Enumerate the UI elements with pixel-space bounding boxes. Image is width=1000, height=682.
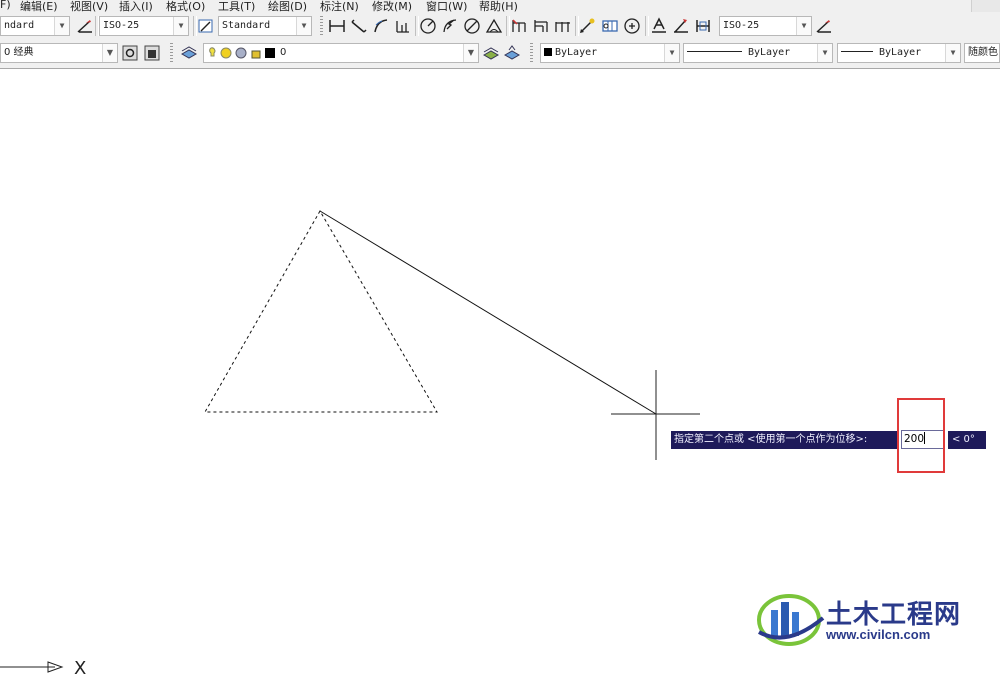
dimension-update-icon[interactable]	[694, 17, 712, 35]
color-combo[interactable]: ByLayer ▼	[540, 43, 680, 63]
separator	[645, 16, 649, 36]
annotation-highlight-box	[897, 398, 945, 473]
linetype-value: ByLayer	[748, 47, 791, 58]
text-style-icon[interactable]	[76, 17, 94, 35]
chevron-down-icon: ▼	[173, 17, 188, 35]
color-swatch	[544, 48, 552, 56]
lineweight-value: ByLayer	[879, 47, 922, 58]
toolbar-grip[interactable]	[530, 43, 533, 63]
layer-previous-icon[interactable]	[503, 44, 521, 62]
baseline-dimension-icon[interactable]	[532, 17, 550, 35]
selected-triangle[interactable]	[204, 209, 438, 413]
chevron-down-icon: ▼	[817, 44, 832, 62]
dim-style-value: ISO-25	[103, 20, 140, 31]
mleader-style-value: ISO-25	[723, 20, 760, 31]
dynamic-input-prompt: 指定第二个点或 <使用第一个点作为位移>:	[671, 431, 897, 449]
chevron-down-icon: ▼	[796, 17, 811, 35]
table-style-icon[interactable]	[197, 17, 215, 35]
color-value: ByLayer	[555, 47, 598, 58]
watermark-url: www.civilcn.com	[826, 627, 931, 642]
linetype-preview	[687, 51, 742, 52]
workspace-settings-icon[interactable]	[121, 44, 139, 62]
linear-dimension-icon[interactable]	[328, 17, 346, 35]
chevron-down-icon: ▼	[945, 44, 960, 62]
toolbar-row-layers: 0 经典 ▼ 0 ▼ ByLayer ▼ ByLayer ▼ ByLayer ▼…	[0, 43, 1000, 67]
workspace-combo[interactable]: 0 经典 ▼	[0, 43, 118, 63]
make-object-layer-current-icon[interactable]	[482, 44, 500, 62]
jogged-dimension-icon[interactable]	[441, 17, 459, 35]
mleader-style-combo[interactable]: ISO-25 ▼	[719, 16, 812, 36]
ucs-x-label: X	[74, 658, 86, 679]
aligned-dimension-icon[interactable]	[350, 17, 368, 35]
drawing-canvas[interactable]: X	[0, 69, 1000, 682]
dimension-text-edit-icon[interactable]	[672, 17, 690, 35]
quick-dimension-icon[interactable]	[510, 17, 528, 35]
toolbar-grip[interactable]	[170, 43, 173, 63]
tolerance-icon[interactable]	[601, 17, 619, 35]
ordinate-dimension-icon[interactable]	[394, 17, 412, 35]
chevron-down-icon: ▼	[102, 44, 117, 62]
toolbar-area: ndard ▼ ISO-25 ▼ Standard ▼ ISO-25 ▼ 0 经…	[0, 12, 1000, 69]
layer-state-icons	[209, 47, 275, 59]
layer-manager-icon[interactable]	[180, 44, 198, 62]
workspace-value: 0 经典	[4, 47, 34, 58]
layer-combo[interactable]: 0 ▼	[203, 43, 479, 63]
plot-style-value: 随颜色	[968, 47, 998, 58]
arc-length-icon[interactable]	[372, 17, 390, 35]
chevron-down-icon: ▼	[664, 44, 679, 62]
save-workspace-icon[interactable]	[143, 44, 161, 62]
toolbar-grip[interactable]	[320, 16, 323, 36]
plot-style-combo[interactable]: 随颜色	[964, 43, 1000, 63]
window-control-area	[971, 0, 1000, 12]
continue-dimension-icon[interactable]	[554, 17, 572, 35]
chevron-down-icon: ▼	[54, 17, 69, 35]
text-style-value: ndard	[4, 20, 35, 31]
angle-readout[interactable]: < 0°	[948, 431, 986, 449]
ucs-icon	[0, 661, 64, 673]
table-style-value: Standard	[222, 20, 271, 31]
table-style-combo[interactable]: Standard ▼	[218, 16, 312, 36]
linetype-combo[interactable]: ByLayer ▼	[683, 43, 833, 63]
diameter-dimension-icon[interactable]	[463, 17, 481, 35]
lineweight-combo[interactable]: ByLayer ▼	[837, 43, 961, 63]
watermark-name: 土木工程网	[826, 600, 962, 630]
quick-leader-icon[interactable]	[579, 17, 597, 35]
chevron-down-icon: ▼	[296, 17, 311, 35]
dimension-style-icon[interactable]	[815, 17, 833, 35]
chevron-down-icon: ▼	[463, 44, 478, 62]
menu-bar: F) 编辑(E) 视图(V) 插入(I) 格式(O) 工具(T) 绘图(D) 标…	[0, 0, 1000, 13]
rubber-band-line	[319, 210, 657, 415]
angular-dimension-icon[interactable]	[485, 17, 503, 35]
text-style-combo[interactable]: ndard ▼	[0, 16, 70, 36]
menu-file[interactable]: F)	[0, 0, 11, 11]
lineweight-preview	[841, 51, 873, 52]
civilcn-logo-icon	[757, 594, 825, 646]
center-mark-icon[interactable]	[623, 17, 641, 35]
radius-dimension-icon[interactable]	[419, 17, 437, 35]
dimension-edit-icon[interactable]	[650, 17, 668, 35]
dim-style-combo[interactable]: ISO-25 ▼	[99, 16, 189, 36]
layer-name: 0	[280, 47, 287, 58]
toolbar-row-styles: ndard ▼ ISO-25 ▼ Standard ▼ ISO-25 ▼	[0, 16, 1000, 40]
